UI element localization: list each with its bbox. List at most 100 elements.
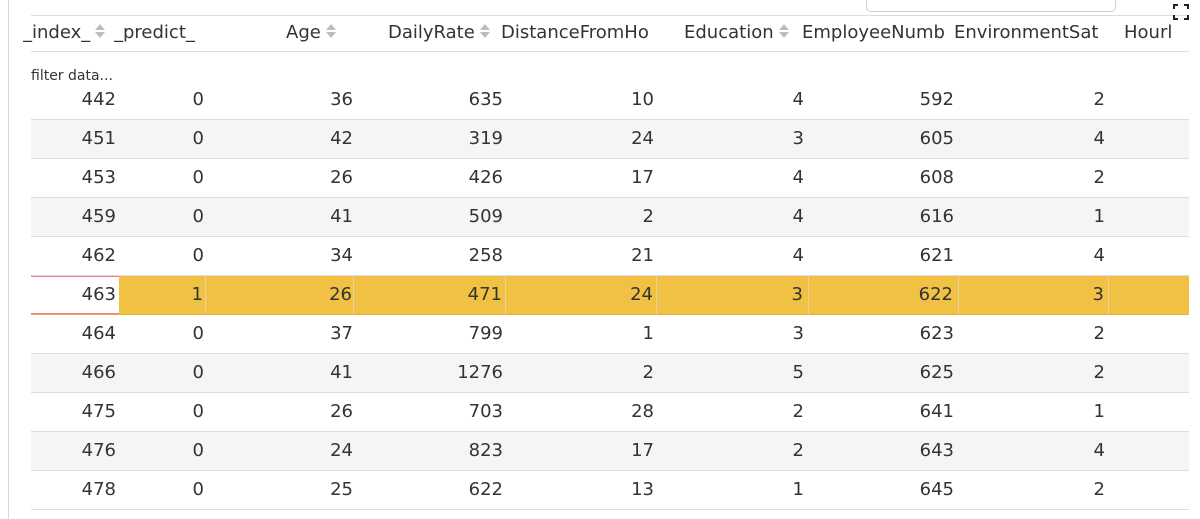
table-cell-distancefromhome: 24 xyxy=(506,276,657,314)
table-cell-dailyrate: 823 xyxy=(468,440,503,461)
column-header-label: EnvironmentSat xyxy=(954,22,1099,43)
table-row[interactable]: 442 0 36 635 10 4 592 2 xyxy=(31,81,1189,120)
table-cell-predict: 0 xyxy=(192,323,204,344)
table-cell-index: 463 xyxy=(31,276,119,314)
table-cell-distancefromhome: 13 xyxy=(631,479,654,500)
table-cell-environmentsatisfaction: 1 xyxy=(1093,206,1105,227)
table-row-selected[interactable]: 463 1 26 471 24 3 622 3 xyxy=(31,276,1189,315)
table-cell-index: 459 xyxy=(81,206,116,227)
table-cell-age: 41 xyxy=(330,362,353,383)
table-cell-index: 442 xyxy=(81,89,116,110)
table-cell-employeenumber: 605 xyxy=(919,128,954,149)
table-cell-distancefromhome: 2 xyxy=(642,206,654,227)
table-cell-environmentsatisfaction: 3 xyxy=(959,276,1109,314)
table-cell-age: 34 xyxy=(330,245,353,266)
data-table-panel: _index_ _predict_ Age DailyRate DistanceFrom… xyxy=(8,0,1200,519)
table-cell-index: 453 xyxy=(81,167,116,188)
sort-icon[interactable] xyxy=(95,24,106,38)
table-cell-dailyrate: 426 xyxy=(468,167,503,188)
top-input-box[interactable] xyxy=(866,0,1116,12)
column-header-label: Age xyxy=(286,22,321,43)
table-cell-distancefromhome: 17 xyxy=(631,167,654,188)
table-cell-environmentsatisfaction: 2 xyxy=(1093,362,1105,383)
table-row[interactable]: 459 0 41 509 2 4 616 1 xyxy=(31,198,1189,237)
table-row[interactable]: 462 0 34 258 21 4 621 4 xyxy=(31,237,1189,276)
table-cell-employeenumber: 623 xyxy=(919,323,954,344)
table-cell-dailyrate: 258 xyxy=(468,245,503,266)
table-cell-education: 2 xyxy=(792,401,804,422)
table-cell-employeenumber: 592 xyxy=(919,89,954,110)
column-header-age[interactable]: Age xyxy=(286,15,351,51)
table-cell-environmentsatisfaction: 2 xyxy=(1093,323,1105,344)
column-header-distancefromhome[interactable]: DistanceFromHo xyxy=(501,15,651,51)
table-cell-environmentsatisfaction: 2 xyxy=(1093,479,1105,500)
table-cell-age: 25 xyxy=(330,479,353,500)
table-cell-employeenumber: 641 xyxy=(919,401,954,422)
table-row[interactable]: 453 0 26 426 17 4 608 2 xyxy=(31,159,1189,198)
table-cell-environmentsatisfaction: 4 xyxy=(1093,245,1105,266)
column-header-predict[interactable]: _predict_ xyxy=(114,15,199,51)
column-header-dailyrate[interactable]: DailyRate xyxy=(388,15,500,51)
column-header-employeenumber[interactable]: EmployeeNumb xyxy=(802,15,954,51)
table-cell-employeenumber: 621 xyxy=(919,245,954,266)
table-cell-employeenumber: 608 xyxy=(919,167,954,188)
sort-icon[interactable] xyxy=(325,24,336,38)
table-row[interactable]: 451 0 42 319 24 3 605 4 xyxy=(31,120,1189,159)
table-cell-index: 466 xyxy=(81,362,116,383)
table-cell-age: 26 xyxy=(330,167,353,188)
table-cell-predict: 0 xyxy=(192,245,204,266)
table-cell-distancefromhome: 24 xyxy=(631,128,654,149)
table-cell-index: 478 xyxy=(81,479,116,500)
table-cell-environmentsatisfaction: 1 xyxy=(1093,401,1105,422)
column-header-label: _predict_ xyxy=(114,22,195,43)
table-row[interactable]: 466 0 41 1276 2 5 625 2 xyxy=(31,354,1189,393)
table-cell-distancefromhome: 28 xyxy=(631,401,654,422)
table-cell-predict: 0 xyxy=(192,362,204,383)
column-header-index[interactable]: _index_ xyxy=(23,15,111,51)
table-cell-dailyrate: 471 xyxy=(354,276,506,314)
table-cell-predict: 0 xyxy=(192,167,204,188)
table-cell-distancefromhome: 10 xyxy=(631,89,654,110)
sort-icon[interactable] xyxy=(479,24,490,38)
expand-icon[interactable] xyxy=(1162,0,1200,30)
table-cell-environmentsatisfaction: 4 xyxy=(1093,128,1105,149)
table-cell-predict: 0 xyxy=(192,128,204,149)
table-cell-age: 26 xyxy=(206,276,354,314)
table-cell-dailyrate: 622 xyxy=(468,479,503,500)
table-cell-distancefromhome: 2 xyxy=(642,362,654,383)
sort-icon[interactable] xyxy=(778,24,789,38)
table-row[interactable]: 476 0 24 823 17 2 643 4 xyxy=(31,432,1189,471)
table-cell-employeenumber: 616 xyxy=(919,206,954,227)
column-header-label: _index_ xyxy=(23,22,91,43)
table-row[interactable]: 475 0 26 703 28 2 641 1 xyxy=(31,393,1189,432)
table-cell-predict: 0 xyxy=(192,206,204,227)
table-cell-education: 5 xyxy=(792,362,804,383)
table-cell-education: 3 xyxy=(792,323,804,344)
table-cell-distancefromhome: 21 xyxy=(631,245,654,266)
column-header-label: DistanceFromHo xyxy=(501,22,649,43)
column-header-environmentsatisfaction[interactable]: EnvironmentSat xyxy=(954,15,1102,51)
table-cell-predict: 0 xyxy=(192,440,204,461)
header-bottom-border xyxy=(31,51,1189,52)
table-cell-education: 4 xyxy=(792,167,804,188)
column-header-education[interactable]: Education xyxy=(684,15,802,51)
table-cell-education: 4 xyxy=(792,206,804,227)
column-header-label: EmployeeNumb xyxy=(802,22,945,43)
table-cell-education: 3 xyxy=(657,276,809,314)
header-top-border xyxy=(31,15,1189,16)
table-cell-predict: 0 xyxy=(192,479,204,500)
table-cell-index: 462 xyxy=(81,245,116,266)
table-cell-predict: 1 xyxy=(119,276,206,314)
table-cell-index: 476 xyxy=(81,440,116,461)
table-cell-education: 4 xyxy=(792,89,804,110)
table-cell-environmentsatisfaction: 4 xyxy=(1093,440,1105,461)
table-row[interactable]: 478 0 25 622 13 1 645 2 xyxy=(31,471,1189,510)
table-cell-employeenumber: 622 xyxy=(809,276,959,314)
table-cell-education: 3 xyxy=(792,128,804,149)
table-cell-distancefromhome: 1 xyxy=(642,323,654,344)
table-cell-age: 36 xyxy=(330,89,353,110)
table-cell-index: 475 xyxy=(81,401,116,422)
table-cell-index: 451 xyxy=(81,128,116,149)
table-row[interactable]: 464 0 37 799 1 3 623 2 xyxy=(31,315,1189,354)
table-cell-education: 4 xyxy=(792,245,804,266)
